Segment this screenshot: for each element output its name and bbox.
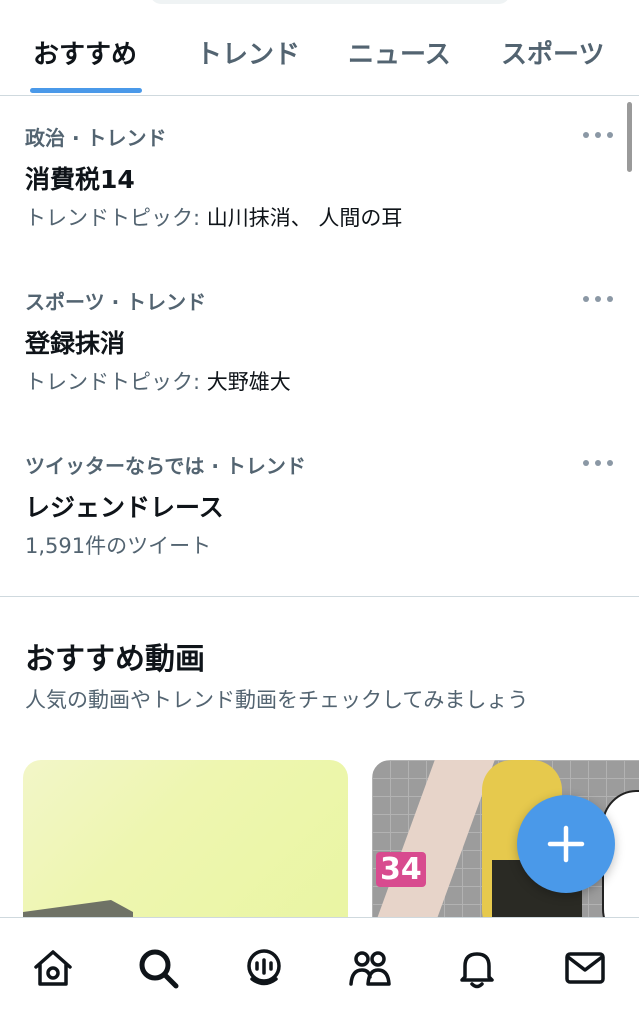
messages-icon bbox=[565, 952, 605, 984]
section-subtitle: 人気の動画やトレンド動画をチェックしてみましょう bbox=[25, 688, 529, 712]
section-divider bbox=[0, 596, 639, 597]
nav-messages[interactable] bbox=[563, 946, 607, 990]
trend-subtitle: 1,591件のツイート bbox=[25, 534, 212, 558]
spaces-icon bbox=[247, 949, 281, 986]
tab-news[interactable]: ニュース bbox=[348, 34, 451, 71]
video-thumbnail[interactable] bbox=[23, 760, 348, 940]
thumbnail-badge: 34 bbox=[376, 852, 426, 887]
trend-title: 登録抹消 bbox=[25, 329, 126, 358]
trend-subtitle-prefix: トレンドトピック: bbox=[25, 370, 207, 394]
nav-communities[interactable] bbox=[348, 946, 392, 990]
trend-category: 政治 · トレンド bbox=[25, 126, 167, 150]
notifications-icon bbox=[460, 952, 494, 989]
trend-item[interactable]: 政治 · トレンド 消費税14 トレンドトピック: 山川抹消、 人間の耳 bbox=[0, 122, 639, 242]
section-title: おすすめ動画 bbox=[25, 642, 205, 677]
trend-category: スポーツ · トレンド bbox=[25, 290, 207, 314]
nav-home[interactable] bbox=[31, 946, 75, 990]
nav-spaces[interactable] bbox=[242, 946, 286, 990]
trend-topics[interactable]: 山川抹消、 人間の耳 bbox=[207, 206, 403, 230]
trend-item[interactable]: ツイッターならでは · トレンド レジェンドレース 1,591件のツイート bbox=[0, 450, 639, 570]
more-horizontal-icon[interactable] bbox=[583, 458, 613, 468]
search-icon bbox=[139, 949, 179, 989]
more-horizontal-icon[interactable] bbox=[583, 130, 613, 140]
trend-topics[interactable]: 大野雄大 bbox=[207, 370, 291, 394]
communities-icon bbox=[349, 951, 391, 986]
plus-icon bbox=[547, 825, 585, 863]
explore-tabs: おすすめ トレンド ニュース スポーツ bbox=[0, 0, 639, 96]
thumbnail-shape bbox=[372, 760, 495, 940]
tab-recommended[interactable]: おすすめ bbox=[33, 34, 137, 71]
active-tab-indicator bbox=[30, 88, 142, 93]
home-icon bbox=[34, 950, 72, 986]
compose-tweet-button[interactable] bbox=[517, 795, 615, 893]
nav-notifications[interactable] bbox=[455, 946, 499, 990]
trend-title: レジェンドレース bbox=[25, 493, 224, 522]
more-horizontal-icon[interactable] bbox=[583, 294, 613, 304]
tab-sports[interactable]: スポーツ bbox=[501, 34, 604, 71]
trend-item[interactable]: スポーツ · トレンド 登録抹消 トレンドトピック: 大野雄大 bbox=[0, 286, 639, 406]
trend-subtitle: トレンドトピック: 大野雄大 bbox=[25, 366, 291, 396]
bottom-navigation bbox=[0, 917, 639, 1014]
trend-subtitle: トレンドトピック: 山川抹消、 人間の耳 bbox=[25, 202, 402, 232]
trend-subtitle-prefix: トレンドトピック: bbox=[25, 206, 207, 230]
tab-trending[interactable]: トレンド bbox=[196, 34, 300, 71]
trend-category: ツイッターならでは · トレンド bbox=[25, 454, 306, 478]
nav-search[interactable] bbox=[136, 946, 180, 990]
trend-title: 消費税14 bbox=[25, 165, 135, 194]
